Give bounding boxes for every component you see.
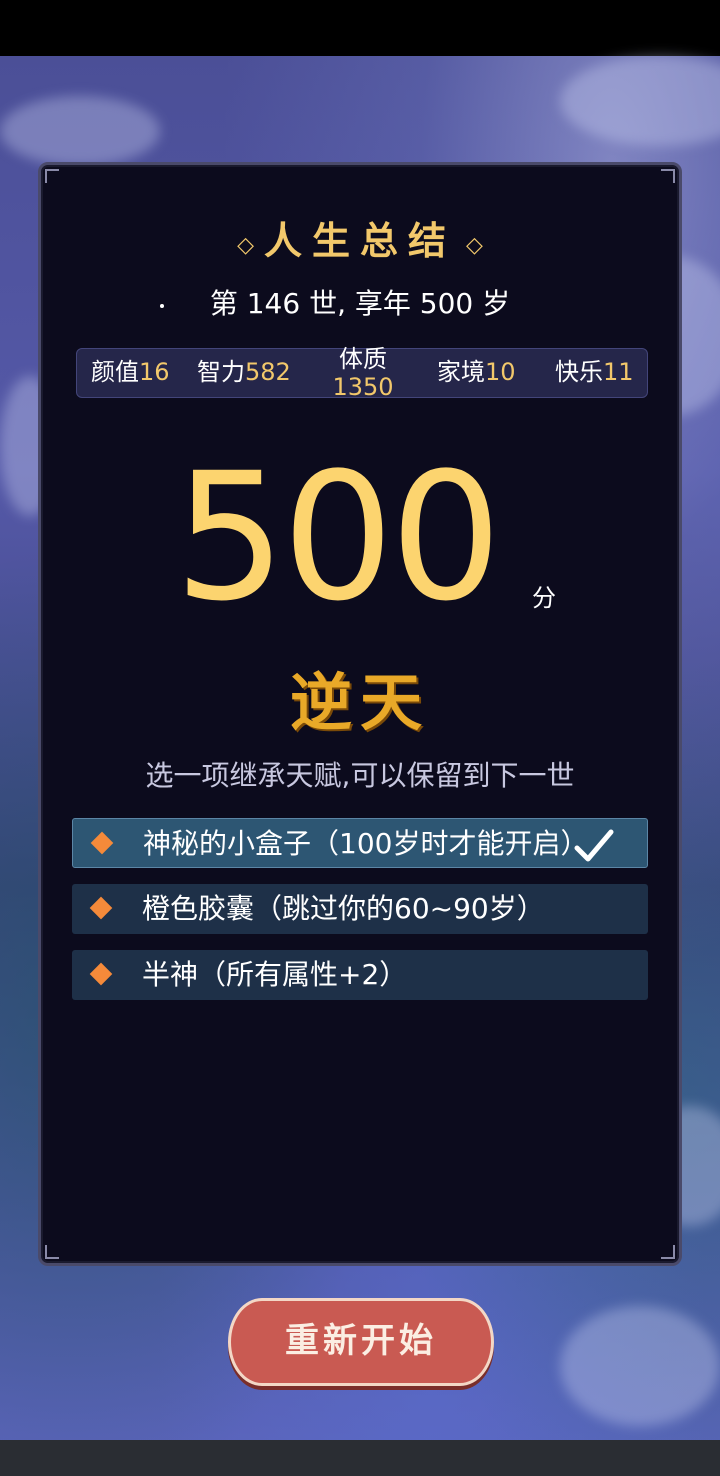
stat-value: 16: [139, 358, 170, 386]
score-unit: 分: [532, 584, 556, 612]
stat-constitution: 体质 1350: [327, 345, 399, 401]
restart-button[interactable]: 重新开始: [228, 1298, 494, 1386]
inherit-option-3[interactable]: 半神（所有属性+2）: [72, 950, 648, 1000]
inherit-prompt: 选一项继承天赋,可以保留到下一世: [145, 759, 575, 792]
stat-happiness: 快乐11: [555, 349, 634, 399]
attribute-bar: 颜值16 智力582 体质 1350 家境10 快乐11: [76, 345, 648, 401]
stat-label: 颜值: [91, 358, 139, 386]
diamond-icon: [90, 831, 114, 855]
life-line: 第 146 世, 享年 500 岁: [209, 287, 511, 320]
option-label: 神秘的小盒子（100岁时才能开启）: [143, 827, 589, 860]
summary-title: ◇ 人生总结 ◇: [0, 210, 720, 265]
inherit-option-1[interactable]: 神秘的小盒子（100岁时才能开启）: [72, 818, 648, 868]
stat-label: 体质: [339, 345, 387, 373]
stat-family: 家境10: [437, 349, 516, 399]
checkmark-icon: [574, 829, 614, 862]
stat-intelligence: 智力582: [197, 349, 291, 399]
stat-label: 快乐: [555, 358, 603, 386]
diamond-icon: [89, 896, 113, 920]
status-bar: [0, 0, 720, 56]
stat-value: 582: [245, 358, 291, 386]
inherit-option-2[interactable]: 橙色胶囊（跳过你的60~90岁）: [72, 884, 648, 934]
title-right-diamond-icon: ◇: [466, 231, 483, 258]
stat-appearance: 颜值16: [91, 349, 170, 399]
navigation-bar: [0, 1440, 720, 1476]
stat-label: 家境: [437, 358, 485, 386]
score-rank: 逆天: [289, 666, 430, 739]
title-left-diamond-icon: ◇: [237, 231, 254, 258]
diamond-icon: [89, 962, 113, 986]
option-label: 橙色胶囊（跳过你的60~90岁）: [142, 892, 545, 925]
stat-value: 1350: [332, 373, 394, 401]
final-score: 500: [174, 435, 502, 640]
stat-value: 10: [485, 358, 516, 386]
stat-value: 11: [603, 358, 634, 386]
summary-title-text: 人生总结: [263, 218, 456, 263]
option-label: 半神（所有属性+2）: [142, 958, 408, 991]
stat-label: 智力: [197, 358, 245, 386]
